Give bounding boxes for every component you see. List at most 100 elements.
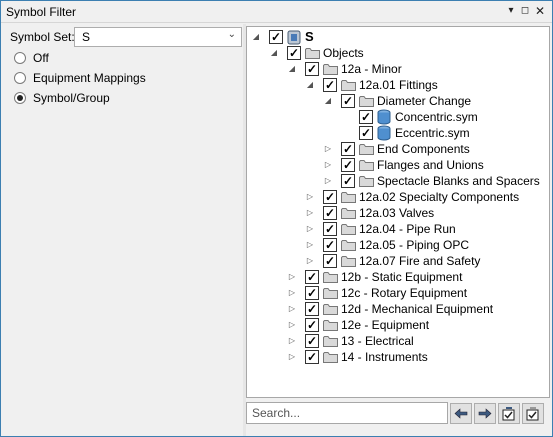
expand-icon[interactable]: ▷ <box>287 285 297 301</box>
expand-icon[interactable]: ▷ <box>305 189 315 205</box>
folder-icon <box>341 223 356 235</box>
tree-node-12a07[interactable]: ▷ ✓ 12a.07 Fire and Safety <box>247 253 547 269</box>
checkbox[interactable]: ✓ <box>305 286 319 300</box>
search-box[interactable] <box>246 402 448 424</box>
tree-node-label: Objects <box>323 46 364 60</box>
expand-icon[interactable]: ▷ <box>287 269 297 285</box>
expand-icon[interactable]: ▷ <box>323 141 333 157</box>
tree-node-root[interactable]: ◢ ✓ S <box>247 29 547 45</box>
checkbox[interactable]: ✓ <box>359 110 373 124</box>
tree-node-diameter-change[interactable]: ◢ ✓ Diameter Change <box>247 93 547 109</box>
tree-node-12a01[interactable]: ◢ ✓ 12a.01 Fittings <box>247 77 547 93</box>
checkbox[interactable]: ✓ <box>341 142 355 156</box>
radio-button[interactable] <box>14 52 26 64</box>
checkbox[interactable]: ✓ <box>323 222 337 236</box>
checkbox[interactable]: ✓ <box>323 190 337 204</box>
expand-icon[interactable]: ▷ <box>305 253 315 269</box>
close-icon[interactable]: ✕ <box>534 4 546 18</box>
tree-node-label: Flanges and Unions <box>377 158 484 172</box>
maximize-icon[interactable]: ◻ <box>519 4 531 18</box>
folder-icon <box>323 303 338 315</box>
folder-icon <box>323 63 338 75</box>
folder-icon <box>341 255 356 267</box>
symbol-set-dropdown[interactable]: S ⌄ <box>74 27 242 47</box>
radio-label: Symbol/Group <box>33 91 110 105</box>
collapse-icon[interactable]: ◢ <box>287 61 297 77</box>
tree-node-label: Concentric.sym <box>395 110 478 124</box>
collapse-icon[interactable]: ◢ <box>269 45 279 61</box>
symbol-set-value: S <box>82 30 91 44</box>
checkbox[interactable]: ✓ <box>269 30 283 44</box>
expand-icon[interactable]: ▷ <box>305 221 315 237</box>
chevron-down-icon: ⌄ <box>227 29 236 40</box>
expand-icon[interactable]: ▷ <box>305 237 315 253</box>
check-all-button[interactable] <box>498 403 520 424</box>
collapse-icon[interactable]: ◢ <box>251 29 261 45</box>
folder-icon <box>305 47 320 59</box>
expand-icon[interactable]: ▷ <box>287 349 297 365</box>
expand-icon[interactable]: ▷ <box>287 317 297 333</box>
folder-icon <box>323 319 338 331</box>
checkbox[interactable]: ✓ <box>323 254 337 268</box>
expand-icon[interactable]: ▷ <box>287 333 297 349</box>
collapse-icon[interactable]: ◢ <box>305 77 315 93</box>
checkbox[interactable]: ✓ <box>305 334 319 348</box>
folder-icon <box>359 143 374 155</box>
tree-node-12a05[interactable]: ▷ ✓ 12a.05 - Piping OPC <box>247 237 547 253</box>
left-pane: Symbol Set: S ⌄ Off Equipment Mappings S… <box>2 24 243 436</box>
tree-node-label: 12a.04 - Pipe Run <box>359 222 456 236</box>
previous-button[interactable] <box>450 403 472 424</box>
radio-button-selected[interactable] <box>14 92 26 104</box>
checkbox[interactable]: ✓ <box>287 46 301 60</box>
folder-icon <box>341 79 356 91</box>
radio-button[interactable] <box>14 72 26 84</box>
dropdown-menu-icon[interactable]: ▾ <box>505 4 517 18</box>
expand-icon[interactable]: ▷ <box>287 301 297 317</box>
next-button[interactable] <box>474 403 496 424</box>
tree-node-label: 12c - Rotary Equipment <box>341 286 468 300</box>
checkbox[interactable]: ✓ <box>305 350 319 364</box>
symbol-set-icon <box>287 29 301 45</box>
tree-node-12e[interactable]: ▷ ✓ 12e - Equipment <box>247 317 547 333</box>
tree-node-eccentric[interactable]: ✓ Eccentric.sym <box>247 125 547 141</box>
checkbox[interactable]: ✓ <box>341 174 355 188</box>
uncheck-all-button[interactable] <box>522 403 544 424</box>
tree-node-12c[interactable]: ▷ ✓ 12c - Rotary Equipment <box>247 285 547 301</box>
tree-node-flanges[interactable]: ▷ ✓ Flanges and Unions <box>247 157 547 173</box>
tree-node-13[interactable]: ▷ ✓ 13 - Electrical <box>247 333 547 349</box>
expand-icon[interactable]: ▷ <box>323 173 333 189</box>
symbol-set-label: Symbol Set: <box>10 30 75 44</box>
arrow-right-icon <box>478 408 492 419</box>
checkbox[interactable]: ✓ <box>305 62 319 76</box>
collapse-icon[interactable]: ◢ <box>323 93 333 109</box>
tree-node-label: 12a.07 Fire and Safety <box>359 254 481 268</box>
tree-node-concentric[interactable]: ✓ Concentric.sym <box>247 109 547 125</box>
tree-node-14[interactable]: ▷ ✓ 14 - Instruments <box>247 349 547 365</box>
tree-node-label: 12a - Minor <box>341 62 402 76</box>
expand-icon[interactable]: ▷ <box>323 157 333 173</box>
tree-node-12a03[interactable]: ▷ ✓ 12a.03 Valves <box>247 205 547 221</box>
checkbox[interactable]: ✓ <box>305 318 319 332</box>
checkbox[interactable]: ✓ <box>341 94 355 108</box>
checkbox[interactable]: ✓ <box>305 270 319 284</box>
tree-node-spectacle[interactable]: ▷ ✓ Spectacle Blanks and Spacers <box>247 173 547 189</box>
tree-node-12b[interactable]: ▷ ✓ 12b - Static Equipment <box>247 269 547 285</box>
search-input[interactable] <box>250 404 446 422</box>
tree-node-end-components[interactable]: ▷ ✓ End Components <box>247 141 547 157</box>
tree-node-12a02[interactable]: ▷ ✓ 12a.02 Specialty Components <box>247 189 547 205</box>
checkbox[interactable]: ✓ <box>341 158 355 172</box>
tree-node-objects[interactable]: ◢ ✓ Objects <box>247 45 547 61</box>
folder-icon <box>323 351 338 363</box>
checkbox[interactable]: ✓ <box>323 238 337 252</box>
tree-node-label: 12a.01 Fittings <box>359 78 438 92</box>
folder-icon <box>359 95 374 107</box>
tree-node-12a04[interactable]: ▷ ✓ 12a.04 - Pipe Run <box>247 221 547 237</box>
checkbox[interactable]: ✓ <box>359 126 373 140</box>
expand-icon[interactable]: ▷ <box>305 205 315 221</box>
checkbox[interactable]: ✓ <box>305 302 319 316</box>
checkbox[interactable]: ✓ <box>323 206 337 220</box>
folder-icon <box>323 287 338 299</box>
tree-node-12d[interactable]: ▷ ✓ 12d - Mechanical Equipment <box>247 301 547 317</box>
tree-node-12a[interactable]: ◢ ✓ 12a - Minor <box>247 61 547 77</box>
checkbox[interactable]: ✓ <box>323 78 337 92</box>
